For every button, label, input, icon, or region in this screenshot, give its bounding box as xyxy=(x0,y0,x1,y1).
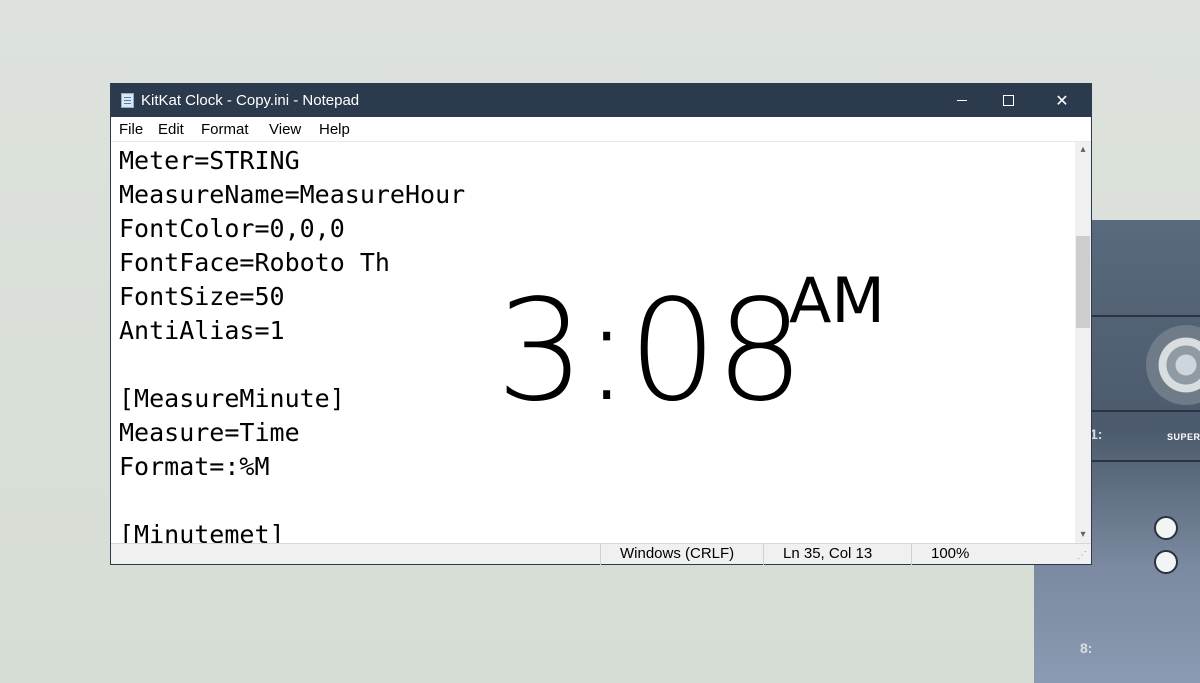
menu-view[interactable]: View xyxy=(269,121,301,139)
notepad-icon xyxy=(121,93,134,108)
text-editor-area[interactable]: Meter=STRING MeasureName=MeasureHour Fon… xyxy=(111,142,1075,543)
menu-bar: File Edit Format View Help xyxy=(111,117,1091,142)
vertical-scrollbar[interactable]: ▴ ▾ xyxy=(1075,142,1091,543)
close-button[interactable]: ✕ xyxy=(1039,84,1085,117)
editor-line: FontSize=50 xyxy=(119,282,285,311)
status-separator xyxy=(600,544,601,565)
cassette-label: SUPER xyxy=(1167,432,1200,442)
maximize-icon xyxy=(1002,95,1014,106)
title-bar[interactable]: KitKat Clock - Copy.ini - Notepad ✕ xyxy=(111,84,1091,117)
cassette-reel xyxy=(1146,325,1200,405)
maximize-button[interactable] xyxy=(985,84,1031,117)
editor-line: Meter=STRING xyxy=(119,146,300,175)
cassette-band xyxy=(1090,315,1200,317)
editor-line: FontFace=Roboto Th xyxy=(119,248,390,277)
editor-line: Measure=Time xyxy=(119,418,300,447)
status-cursor-position: Ln 35, Col 13 xyxy=(783,545,873,562)
clock-ampm: AM xyxy=(789,264,885,337)
status-separator xyxy=(911,544,912,565)
close-icon: ✕ xyxy=(1055,92,1069,110)
editor-line: [Minutemet] xyxy=(119,520,285,543)
status-zoom: 100% xyxy=(931,545,970,562)
editor-line: FontColor=0,0,0 xyxy=(119,214,345,243)
resize-grip-icon[interactable]: ⋰ xyxy=(1077,550,1087,561)
cassette-band xyxy=(1090,410,1200,412)
window-title: KitKat Clock - Copy.ini - Notepad xyxy=(141,92,360,109)
minimize-button[interactable] xyxy=(939,84,985,117)
notepad-window: KitKat Clock - Copy.ini - Notepad ✕ File… xyxy=(110,83,1092,565)
cassette-hole xyxy=(1154,550,1178,574)
cassette-band xyxy=(1090,460,1200,462)
menu-edit[interactable]: Edit xyxy=(158,121,184,139)
scroll-down-button[interactable]: ▾ xyxy=(1075,527,1091,543)
menu-format[interactable]: Format xyxy=(201,121,249,139)
cassette-hole xyxy=(1154,516,1178,540)
scroll-thumb[interactable] xyxy=(1076,236,1090,328)
status-line-ending: Windows (CRLF) xyxy=(620,545,735,562)
cassette-glyph: 8: xyxy=(1080,640,1093,656)
clock-time: 3:08 xyxy=(496,270,804,433)
menu-file[interactable]: File xyxy=(119,121,143,139)
status-bar: Windows (CRLF) Ln 35, Col 13 100% ⋰ xyxy=(111,543,1091,565)
editor-line: MeasureName=MeasureHour xyxy=(119,180,466,209)
minimize-icon xyxy=(957,100,967,101)
chevron-up-icon: ▴ xyxy=(1080,144,1086,155)
editor-line: AntiAlias=1 xyxy=(119,316,285,345)
menu-help[interactable]: Help xyxy=(319,121,350,139)
scroll-up-button[interactable]: ▴ xyxy=(1075,142,1091,158)
editor-line: [MeasureMinute] xyxy=(119,384,345,413)
status-separator xyxy=(763,544,764,565)
editor-line: Format=:%M xyxy=(119,452,270,481)
chevron-down-icon: ▾ xyxy=(1080,529,1086,540)
